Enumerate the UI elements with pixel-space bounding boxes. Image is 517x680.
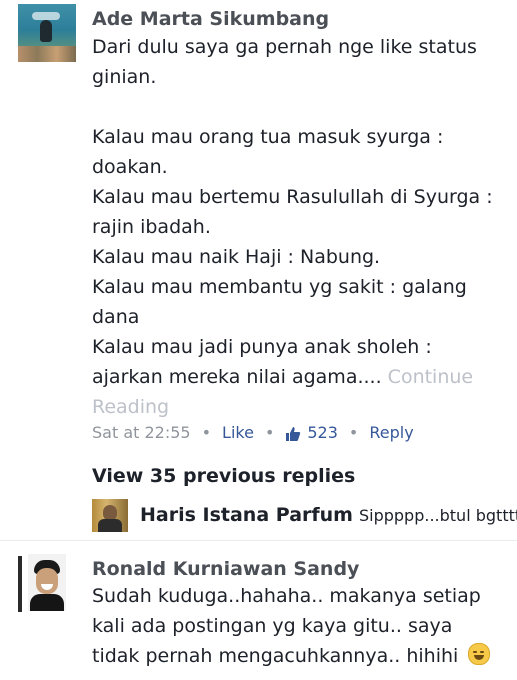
view-previous-replies-link[interactable]: View 35 previous replies [92, 463, 355, 489]
reply-button[interactable]: Reply [369, 421, 413, 445]
comment-line-text: tidak pernah mengacuhkannya.. hihihi [92, 645, 459, 667]
photo-detail [98, 519, 122, 532]
photo-detail [40, 20, 52, 42]
comment-line: doakan. [92, 156, 168, 178]
photo-detail [18, 46, 76, 62]
comment-body: Dari dulu saya ga pernah nge like status… [92, 32, 493, 422]
comment-line: tidak pernah mengacuhkannya.. hihihi [92, 641, 491, 671]
photo-detail [36, 568, 58, 594]
avatar[interactable] [28, 554, 66, 611]
comment-line: Dari dulu saya ga pernah nge like status [92, 36, 477, 58]
comment-line: ginian. [92, 66, 157, 88]
avatar[interactable] [18, 4, 76, 62]
photo-detail [30, 594, 64, 611]
separator-dot: • [201, 423, 212, 442]
comment-line: Kalau mau jadi punya anak sholeh : [92, 336, 432, 358]
comment-line: Kalau mau bertemu Rasulullah di Syurga : [92, 186, 493, 208]
reply-snippet: Sippppp...btul bgtttt... [358, 506, 517, 525]
comment-line: ajarkan mereka nilai agama.... Continue [92, 362, 493, 392]
comment-line: kali ada postingan yg kaya gitu.. saya [92, 615, 453, 637]
continue-reading-link[interactable]: Reading [92, 392, 493, 422]
photo-detail [32, 12, 60, 20]
comment-line-text: ajarkan mereka nilai agama.... [92, 366, 382, 388]
avatar[interactable] [92, 499, 128, 532]
comment-line [92, 92, 493, 122]
comment-actions: Sat at 22:55 • Like • 523 • Reply [92, 421, 414, 445]
comment-author[interactable]: Ade Marta Sikumbang [92, 7, 329, 31]
latest-reply[interactable]: Haris Istana Parfum Sippppp...btul bgtttt… [140, 503, 517, 528]
like-count-value: 523 [307, 423, 338, 442]
comment-body: Sudah kuduga..hahaha.. makanya setiap ka… [92, 581, 491, 671]
comment-line: dana [92, 306, 140, 328]
comment-line: Kalau mau membantu yg sakit : galang [92, 276, 467, 298]
reply-author[interactable]: Haris Istana Parfum [140, 504, 353, 526]
comment-line: Sudah kuduga..hahaha.. makanya setiap [92, 585, 481, 607]
comment-timestamp[interactable]: Sat at 22:55 [92, 421, 191, 445]
comment-author[interactable]: Ronald Kurniawan Sandy [92, 557, 359, 581]
thumbs-up-icon [286, 426, 301, 441]
divider [0, 540, 517, 541]
comment-line: Kalau mau naik Haji : Nabung. [92, 246, 381, 268]
separator-dot: • [264, 423, 275, 442]
comment-line: Kalau mau orang tua masuk syurga : [92, 126, 444, 148]
separator-dot: • [348, 423, 359, 442]
comment-line: rajin ibadah. [92, 216, 211, 238]
thread-indicator-bar [18, 556, 22, 612]
laughing-face-emoji-icon [468, 643, 491, 665]
continue-reading-link[interactable]: Continue [388, 366, 473, 388]
like-button[interactable]: Like [222, 421, 254, 445]
like-count[interactable]: 523 [285, 421, 338, 445]
